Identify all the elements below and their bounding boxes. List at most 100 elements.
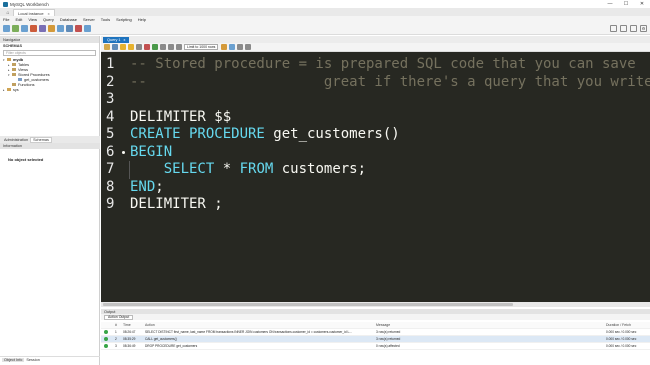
fold-marker-icon[interactable] bbox=[122, 150, 125, 154]
commit-icon[interactable] bbox=[160, 44, 166, 50]
close-query-tab-icon[interactable]: x bbox=[124, 38, 126, 42]
output-row[interactable]: 2 08:35:29 CALL get_customers() 3 row(s) re… bbox=[101, 336, 650, 343]
toggle-error-continue-icon[interactable] bbox=[152, 44, 158, 50]
sql-editor[interactable]: 1 -- Stored procedure = is prepared SQL c… bbox=[101, 52, 650, 302]
scrollbar-thumb[interactable] bbox=[103, 303, 513, 306]
menu-scripting[interactable]: Scripting bbox=[116, 17, 132, 22]
stop-icon[interactable] bbox=[144, 44, 150, 50]
col-num[interactable]: # bbox=[115, 323, 117, 327]
line-number: 6 bbox=[106, 143, 115, 160]
output-row[interactable]: 1 08:26:47 SELECT DISTINCT first_name, las… bbox=[101, 329, 650, 336]
layout-toggles: ⚙ bbox=[607, 25, 647, 32]
row-action: CALL get_customers() bbox=[145, 337, 177, 341]
create-view-icon[interactable] bbox=[48, 25, 55, 32]
create-function-icon[interactable] bbox=[66, 25, 73, 32]
tab-schemas[interactable]: Schemas bbox=[30, 136, 52, 143]
line-number: 2 bbox=[106, 73, 115, 90]
menu-database[interactable]: Database bbox=[60, 17, 77, 22]
tree-item-label: Views bbox=[18, 67, 29, 72]
row-duration: 0.000 sec / 0.000 sec bbox=[606, 344, 637, 348]
save-script-icon[interactable] bbox=[112, 44, 118, 50]
row-duration: 0.000 sec / 0.000 sec bbox=[606, 330, 637, 334]
rollback-icon[interactable] bbox=[168, 44, 174, 50]
execute-icon[interactable] bbox=[120, 44, 126, 50]
line-number: 4 bbox=[106, 108, 115, 125]
code-token: ; bbox=[155, 178, 164, 195]
col-action[interactable]: Action bbox=[145, 323, 375, 327]
inspect-schema-icon[interactable] bbox=[21, 25, 28, 32]
row-num: 1 bbox=[115, 330, 117, 334]
tab-administration[interactable]: Administration bbox=[2, 138, 30, 142]
toggle-output-icon[interactable] bbox=[620, 25, 627, 32]
main-toolbar: ⚙ bbox=[0, 23, 650, 35]
create-table-icon[interactable] bbox=[39, 25, 46, 32]
menu-query[interactable]: Query bbox=[43, 17, 54, 22]
toggle-sidebar-icon[interactable] bbox=[610, 25, 617, 32]
row-message: 3 row(s) returned bbox=[376, 337, 401, 341]
reconnect-icon[interactable] bbox=[84, 25, 91, 32]
connection-tab[interactable]: Local instance x bbox=[13, 9, 55, 16]
code-text: CREATE PROCEDURE get_customers() bbox=[130, 126, 400, 144]
toggle-secondary-sidebar-icon[interactable] bbox=[630, 25, 637, 32]
title-bar: MySQL Workbench — ☐ ✕ bbox=[0, 0, 650, 8]
col-time[interactable]: Time bbox=[123, 323, 131, 327]
execute-statement-icon[interactable] bbox=[128, 44, 134, 50]
no-object-selected-label: No object selected bbox=[8, 157, 44, 162]
new-sql-tab-icon[interactable] bbox=[3, 25, 10, 32]
find-icon[interactable] bbox=[229, 44, 236, 50]
limit-rows-select[interactable]: Limit to 1000 rows bbox=[184, 44, 219, 50]
open-sql-script-icon[interactable] bbox=[12, 25, 19, 32]
maximize-button[interactable]: ☐ bbox=[618, 0, 634, 8]
autocommit-icon[interactable] bbox=[176, 44, 182, 50]
menu-view[interactable]: View bbox=[28, 17, 37, 22]
search-table-data-icon[interactable] bbox=[75, 25, 82, 32]
create-procedure-icon[interactable] bbox=[57, 25, 64, 32]
output-selector-row: Action Output bbox=[101, 314, 650, 320]
menu-server[interactable]: Server bbox=[83, 17, 95, 22]
filter-objects-input[interactable]: Filter objects bbox=[3, 50, 96, 56]
word-wrap-icon[interactable] bbox=[245, 44, 252, 50]
row-message: 3 row(s) returned bbox=[376, 330, 401, 334]
schemas-label: SCHEMAS bbox=[3, 44, 22, 48]
tab-object-info[interactable]: Object Info bbox=[2, 358, 25, 362]
window-controls: — ☐ ✕ bbox=[602, 0, 650, 8]
database-icon bbox=[12, 73, 16, 76]
col-duration[interactable]: Duration / Fetch bbox=[606, 323, 631, 327]
home-icon[interactable]: ⌂ bbox=[3, 9, 13, 16]
code-token: END bbox=[130, 178, 156, 195]
code-token: * bbox=[214, 161, 240, 177]
output-table-header: # Time Action Message Duration / Fetch bbox=[101, 322, 650, 329]
line-number: 9 bbox=[106, 196, 115, 212]
menu-help[interactable]: Help bbox=[138, 17, 146, 22]
database-icon bbox=[12, 63, 16, 66]
code-token: DELIMITER ; bbox=[130, 196, 223, 212]
tree-item[interactable]: ▸ sys bbox=[0, 87, 99, 92]
action-output-select[interactable]: Action Output bbox=[104, 314, 134, 320]
database-icon bbox=[7, 88, 11, 91]
editor-horizontal-scrollbar[interactable] bbox=[101, 302, 650, 307]
menu-edit[interactable]: Edit bbox=[15, 17, 22, 22]
database-icon bbox=[12, 68, 16, 71]
output-row[interactable]: 3 08:36:49 DROP PROCEDURE get_customers 0 r… bbox=[101, 343, 650, 350]
beautify-icon[interactable] bbox=[221, 44, 228, 50]
code-text: -- Stored procedure = is prepared SQL co… bbox=[130, 56, 636, 74]
row-duration: 0.000 sec / 0.000 sec bbox=[606, 337, 637, 341]
code-token: DELIMITER $$ bbox=[130, 108, 232, 125]
sidebar-tabs: Administration Schemas bbox=[0, 136, 100, 143]
code-token: customers; bbox=[273, 161, 367, 177]
tab-session[interactable]: Session bbox=[24, 358, 42, 362]
close-connection-tab-icon[interactable]: x bbox=[48, 11, 50, 16]
invisible-chars-icon[interactable] bbox=[237, 44, 244, 50]
col-message[interactable]: Message bbox=[376, 323, 390, 327]
menu-file[interactable]: File bbox=[3, 17, 9, 22]
minimize-button[interactable]: — bbox=[602, 0, 618, 8]
menu-tools[interactable]: Tools bbox=[101, 17, 110, 22]
create-schema-icon[interactable] bbox=[30, 25, 37, 32]
explain-icon[interactable] bbox=[136, 44, 142, 50]
code-text: DELIMITER $$ bbox=[130, 109, 231, 127]
settings-gear-icon[interactable]: ⚙ bbox=[640, 25, 647, 32]
close-button[interactable]: ✕ bbox=[634, 0, 650, 8]
open-file-icon[interactable] bbox=[104, 44, 110, 50]
code-line: 4 DELIMITER $$ bbox=[101, 109, 650, 127]
row-action: SELECT DISTINCT first_name, last_name FR… bbox=[145, 330, 352, 334]
